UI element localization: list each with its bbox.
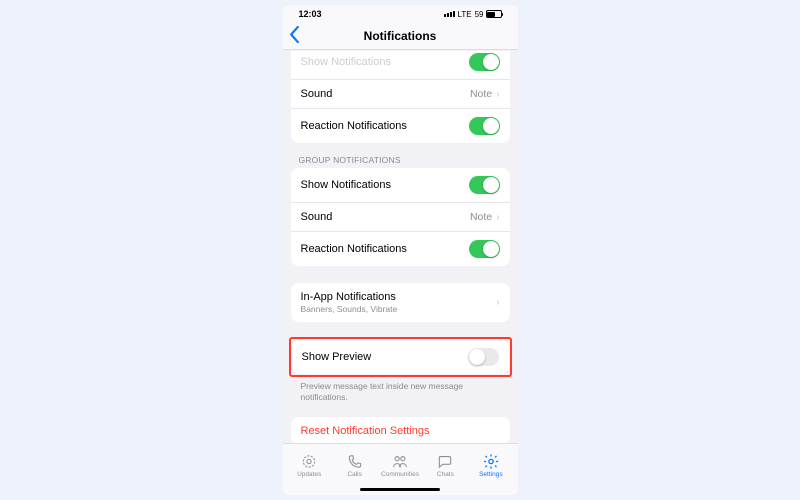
sound-value: Note › xyxy=(470,88,500,100)
chevron-right-icon: › xyxy=(496,212,499,223)
cell-label: Reaction Notifications xyxy=(301,120,407,132)
battery-pct: 59 xyxy=(475,10,484,19)
tab-label: Settings xyxy=(479,471,503,478)
chevron-right-icon: › xyxy=(496,297,499,308)
tab-label: Chats xyxy=(437,471,454,478)
signal-icon xyxy=(444,11,455,17)
tab-label: Updates xyxy=(297,471,321,478)
in-app-group: In-App Notifications Banners, Sounds, Vi… xyxy=(291,283,510,322)
show-notifications-row[interactable]: Show Notifications xyxy=(291,51,510,80)
show-preview-row[interactable]: Show Preview xyxy=(292,340,509,374)
group-reaction-row[interactable]: Reaction Notifications xyxy=(291,232,510,266)
highlight-annotation: Show Preview xyxy=(289,337,512,377)
cell-label: Sound xyxy=(301,88,333,100)
tab-calls[interactable]: Calls xyxy=(332,453,377,478)
scroll-content[interactable]: Show Notifications Sound Note › Reaction… xyxy=(283,50,518,443)
in-app-notifications-row[interactable]: In-App Notifications Banners, Sounds, Vi… xyxy=(291,283,510,322)
cell-subtitle: Banners, Sounds, Vibrate xyxy=(301,304,398,314)
phone-screen: 12:03 LTE 59 Notifications Show Notifica… xyxy=(283,5,518,495)
reset-group: Reset Notification Settings xyxy=(291,417,510,443)
tab-chats[interactable]: Chats xyxy=(423,453,468,478)
group-sound-value: Note › xyxy=(470,211,500,223)
cell-label: Reaction Notifications xyxy=(301,243,407,255)
cell-label: Sound xyxy=(301,211,333,223)
group-sound-row[interactable]: Sound Note › xyxy=(291,203,510,232)
reaction-notifications-row[interactable]: Reaction Notifications xyxy=(291,109,510,143)
group-reaction-toggle[interactable] xyxy=(469,240,500,258)
cell-label: Show Preview xyxy=(302,351,372,363)
show-preview-footer: Preview message text inside new message … xyxy=(283,377,518,403)
settings-icon xyxy=(482,453,500,470)
back-button[interactable] xyxy=(289,26,300,46)
group-notifications-group: Show Notifications Sound Note › Reaction… xyxy=(291,168,510,266)
reset-label: Reset Notification Settings xyxy=(301,425,430,437)
tab-label: Communities xyxy=(381,471,419,478)
tab-label: Calls xyxy=(347,471,361,478)
home-indicator[interactable] xyxy=(283,485,518,495)
chevron-right-icon: › xyxy=(496,89,499,100)
nav-header: Notifications xyxy=(283,23,518,50)
group-notifications-header: GROUP NOTIFICATIONS xyxy=(283,155,518,165)
tab-settings[interactable]: Settings xyxy=(468,453,513,478)
cell-label: Show Notifications xyxy=(301,179,392,191)
status-time: 12:03 xyxy=(299,9,322,19)
updates-icon xyxy=(300,453,318,470)
show-notifications-toggle[interactable] xyxy=(469,53,500,71)
communities-icon xyxy=(391,453,409,470)
reaction-toggle[interactable] xyxy=(469,117,500,135)
personal-notifications-group: Show Notifications Sound Note › Reaction… xyxy=(291,51,510,143)
group-show-notifications-row[interactable]: Show Notifications xyxy=(291,168,510,203)
tab-communities[interactable]: Communities xyxy=(377,453,422,478)
status-bar: 12:03 LTE 59 xyxy=(283,5,518,23)
tab-bar: Updates Calls Communities Chats Settings xyxy=(283,443,518,485)
cell-label: In-App Notifications xyxy=(301,291,398,303)
group-show-toggle[interactable] xyxy=(469,176,500,194)
carrier-label: LTE xyxy=(458,10,472,19)
reset-notification-settings-row[interactable]: Reset Notification Settings xyxy=(291,417,510,443)
cell-label: Show Notifications xyxy=(301,56,392,68)
chats-icon xyxy=(436,453,454,470)
page-title: Notifications xyxy=(364,29,437,43)
sound-row[interactable]: Sound Note › xyxy=(291,80,510,109)
battery-icon xyxy=(486,10,502,18)
calls-icon xyxy=(346,453,364,470)
status-right: LTE 59 xyxy=(444,10,502,19)
show-preview-toggle[interactable] xyxy=(468,348,499,366)
show-preview-group: Show Preview xyxy=(292,340,509,374)
tab-updates[interactable]: Updates xyxy=(287,453,332,478)
